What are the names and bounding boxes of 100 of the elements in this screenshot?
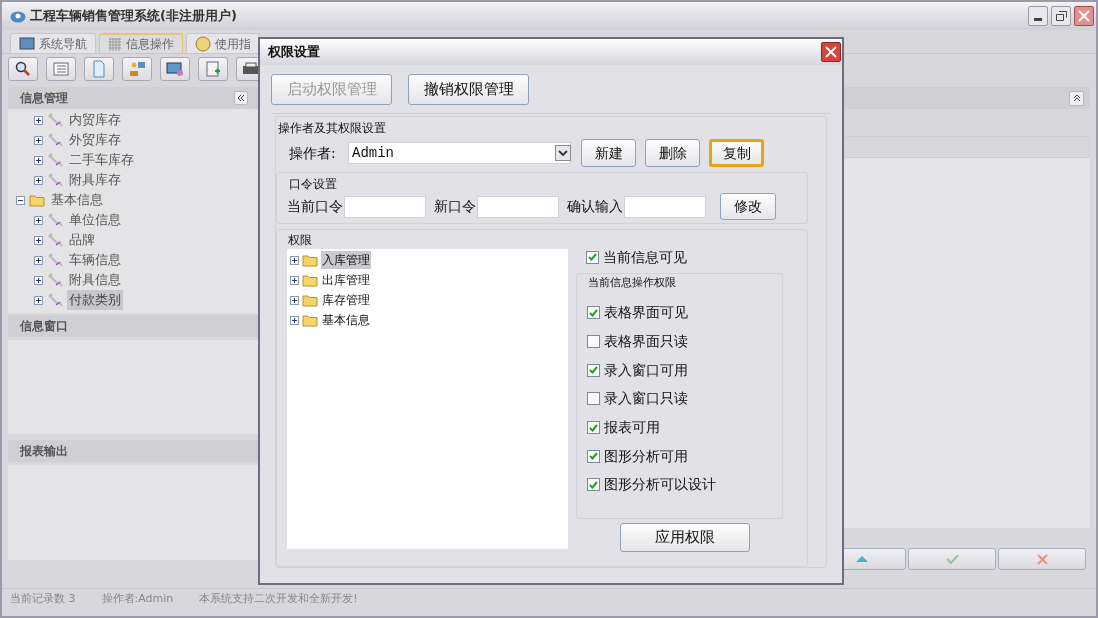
expand-icon[interactable] <box>34 235 43 245</box>
password-field[interactable] <box>344 195 426 218</box>
expand-icon[interactable] <box>34 275 43 285</box>
dialog-button[interactable]: 复制 <box>709 139 764 167</box>
minimize-icon <box>1034 18 1042 21</box>
tree-item[interactable]: 内贸库存 <box>67 110 123 130</box>
dialog-button[interactable]: 应用权限 <box>620 523 750 552</box>
collapse-up-button[interactable] <box>1069 90 1084 106</box>
double-chevron-up-icon <box>1072 94 1081 102</box>
folder-icon <box>29 193 45 207</box>
expand-icon[interactable] <box>34 215 43 225</box>
checkbox-label: 图形分析可以设计 <box>604 475 716 495</box>
tools-icon <box>47 113 63 127</box>
tree-item[interactable]: 附具信息 <box>67 270 123 290</box>
tab[interactable]: 系统导航 <box>10 33 96 53</box>
up-triangle-icon <box>856 556 868 562</box>
expand-icon[interactable] <box>34 155 43 165</box>
tree-item[interactable]: 出库管理 <box>321 271 371 289</box>
form-icon <box>204 60 222 78</box>
collapse-left-button[interactable] <box>234 91 248 105</box>
tree-item[interactable]: 付款类别 <box>67 290 123 310</box>
field-label: 新口令 <box>434 197 476 216</box>
panel-title: 信息窗口 <box>20 318 68 335</box>
toolbar-button[interactable] <box>8 57 38 81</box>
checkbox-label: 表格界面可见 <box>604 303 688 323</box>
close-button[interactable] <box>1074 6 1094 26</box>
app-logo-icon <box>10 9 26 23</box>
checkbox[interactable] <box>587 363 600 377</box>
checkbox-label: 录入窗口只读 <box>604 389 688 409</box>
checkbox[interactable] <box>587 421 600 435</box>
close-icon <box>825 46 837 58</box>
dialog-title: 权限设置 <box>268 43 320 62</box>
group-title: 操作者及其权限设置 <box>278 120 387 137</box>
tools-icon <box>47 273 63 287</box>
folder-icon <box>302 313 318 327</box>
window-title: 工程车辆销售管理系统(非注册用户) <box>30 7 237 26</box>
checkbox[interactable] <box>587 478 600 492</box>
field-label: 确认输入 <box>567 197 623 216</box>
folder-icon <box>302 273 318 287</box>
folder-icon <box>302 253 318 267</box>
checkbox[interactable] <box>587 449 600 463</box>
expand-icon[interactable] <box>290 315 299 325</box>
help-icon <box>195 35 211 52</box>
field-label: 操作者: <box>289 143 337 163</box>
restore-icon <box>1055 11 1067 21</box>
checkbox-label: 录入窗口可用 <box>604 360 688 380</box>
screen-icon <box>166 60 184 78</box>
dialog-button[interactable]: 撤销权限管理 <box>408 74 529 105</box>
tree-item[interactable]: 品牌 <box>67 230 97 250</box>
panel-title: 信息管理 <box>20 90 68 107</box>
checkbox[interactable] <box>586 250 599 264</box>
user-icon <box>128 60 146 78</box>
tree-item[interactable]: 外贸库存 <box>67 130 123 150</box>
group-title: 当前信息操作权限 <box>588 275 677 291</box>
checkbox[interactable] <box>587 335 600 349</box>
double-chevron-left-icon <box>237 94 245 102</box>
check-icon <box>945 554 959 564</box>
tab[interactable]: 信息操作 <box>99 33 183 53</box>
expand-icon[interactable] <box>34 255 43 265</box>
group-title: 权限 <box>288 232 313 249</box>
group-title: 口令设置 <box>289 176 338 193</box>
operator-combobox[interactable]: Admin <box>348 142 571 164</box>
status-text: 操作者:Admin <box>101 591 174 608</box>
expand-icon[interactable] <box>34 295 43 305</box>
expand-icon[interactable] <box>34 115 43 125</box>
minimize-button[interactable] <box>1028 6 1048 26</box>
tree-item[interactable]: 附具库存 <box>67 170 123 190</box>
checkbox-label: 图形分析可用 <box>604 446 688 466</box>
dialog-button[interactable]: 修改 <box>720 193 776 220</box>
restore-button[interactable] <box>1051 6 1071 26</box>
tree-item[interactable]: 入库管理 <box>321 251 371 269</box>
checkbox-label: 当前信息可见 <box>603 247 687 267</box>
toolbar-button[interactable] <box>160 57 190 81</box>
password-field[interactable] <box>624 195 706 218</box>
tree-item[interactable]: 库存管理 <box>321 291 371 309</box>
tree-item[interactable]: 单位信息 <box>67 210 123 230</box>
tree-item[interactable]: 基本信息 <box>321 311 371 329</box>
search-icon <box>14 60 32 78</box>
tree-item[interactable]: 基本信息 <box>49 190 105 210</box>
monitor-icon <box>19 37 35 50</box>
expand-icon[interactable] <box>290 275 299 285</box>
tab[interactable]: 使用指 <box>186 33 260 53</box>
tree-item[interactable]: 车辆信息 <box>67 250 123 270</box>
collapse-icon[interactable] <box>16 195 25 205</box>
dialog-button[interactable]: 删除 <box>645 139 700 167</box>
tools-icon <box>47 213 63 227</box>
expand-icon[interactable] <box>34 135 43 145</box>
folder-icon <box>302 293 318 307</box>
checkbox[interactable] <box>587 392 600 406</box>
checkbox[interactable] <box>587 306 600 320</box>
tree-item[interactable]: 二手车库存 <box>67 150 136 170</box>
combobox-value: Admin <box>351 143 395 163</box>
password-field[interactable] <box>477 195 559 218</box>
grid-icon <box>108 37 122 51</box>
close-button[interactable] <box>821 42 841 62</box>
status-text: 本系统支持二次开发和全新开发! <box>199 591 358 608</box>
expand-icon[interactable] <box>34 175 43 185</box>
expand-icon[interactable] <box>290 295 299 305</box>
expand-icon[interactable] <box>290 255 299 265</box>
dialog-button[interactable]: 新建 <box>581 139 636 167</box>
